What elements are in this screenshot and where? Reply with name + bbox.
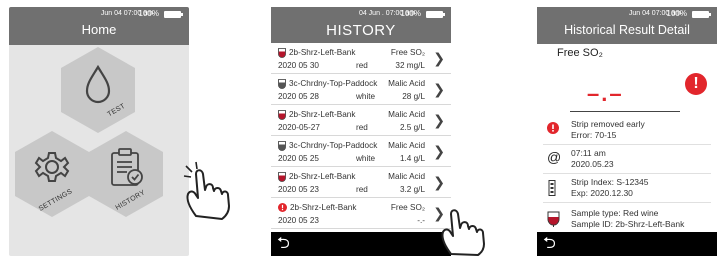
- sample-type: Sample type: Red wine: [571, 208, 659, 218]
- home-tiles: TEST SETTINGS HISTORY: [9, 45, 189, 256]
- error-icon: [547, 122, 559, 134]
- parameter: Malic Acid: [388, 79, 425, 88]
- at-icon: @: [547, 149, 562, 165]
- error-code: Error: 70-15: [571, 129, 617, 140]
- divider: [570, 111, 680, 112]
- chevron-right-icon: ❯: [433, 143, 445, 159]
- result-value: 28 g/L: [402, 92, 425, 101]
- sample-name: 2b-Shrz-Left-Bank: [289, 110, 356, 119]
- wine-color: red: [356, 185, 368, 194]
- strip-expiry: Exp: 2020.12.30: [571, 187, 633, 198]
- battery-icon: [164, 11, 183, 18]
- status-time: Jun 04 07:00 am: [100, 10, 153, 17]
- battery-percent: 100%: [666, 9, 687, 18]
- result-value: 3.2 g/L: [399, 185, 425, 194]
- result-value: -.-: [417, 216, 425, 225]
- result-value: 1.4 g/L: [399, 154, 425, 163]
- wine-color: red: [356, 61, 368, 70]
- home-header: Jun 04 07:00 am 100% Home: [9, 7, 189, 45]
- strip-index: Strip Index: S-12345: [571, 177, 649, 187]
- battery-icon: [426, 11, 445, 18]
- history-header: 04 Jun . 07:00 am 100% HISTORY: [271, 7, 451, 43]
- pointer-hand-icon: [183, 161, 230, 220]
- history-screen: 04 Jun . 07:00 am 100% HISTORY 2b-Shrz-L…: [271, 7, 451, 256]
- back-button[interactable]: ⮌: [543, 234, 556, 254]
- sample-name: 3c-Chrdny-Top-Paddock: [289, 141, 378, 150]
- wine-color: red: [356, 123, 368, 132]
- divider: [543, 144, 711, 145]
- history-row[interactable]: 3c-Chrdny-Top-Paddock Malic Acid 2020 05 2…: [271, 136, 451, 167]
- battery-percent: 100%: [138, 9, 159, 18]
- date: 2020-05-27: [278, 123, 320, 132]
- sample-id: Sample ID: 2b-Shrz-Left-Bank: [571, 218, 685, 229]
- error-icon: [278, 203, 287, 213]
- error-message: Strip removed early: [571, 119, 645, 129]
- parameter: Malic Acid: [388, 110, 425, 119]
- sample-name: 2b-Shrz-Left-Bank: [290, 203, 357, 212]
- error-icon: !: [685, 73, 707, 95]
- detail-header: Jun 04 07:00 am 100% Historical Result D…: [537, 7, 717, 44]
- wine-glass-red-icon: [278, 47, 286, 58]
- wine-glass-red-icon: [547, 211, 560, 227]
- parameter: Malic Acid: [388, 172, 425, 181]
- parameter: Malic Acid: [388, 141, 425, 150]
- parameter-name: Free SO₂: [557, 47, 603, 59]
- chevron-right-icon: ❯: [433, 81, 445, 97]
- time-value: 07:11 am: [571, 148, 606, 158]
- parameter: Free SO₂: [390, 203, 425, 212]
- strip-icon: [548, 180, 556, 196]
- chevron-right-icon: ❯: [433, 50, 445, 66]
- bottom-bar: ⮌: [271, 232, 451, 256]
- sample-name: 2b-Shrz-Left-Bank: [289, 48, 356, 57]
- date: 2020 05 30: [278, 61, 319, 70]
- date-value: 2020.05.23: [571, 158, 614, 169]
- home-screen: Jun 04 07:00 am 100% Home TEST SETTINGS: [9, 7, 189, 256]
- pointer-hand-icon: [441, 209, 485, 256]
- result-value: 2.5 g/L: [399, 123, 425, 132]
- wine-glass-white-icon: [278, 140, 286, 151]
- divider: [543, 173, 711, 174]
- wine-glass-white-icon: [278, 78, 286, 89]
- date: 2020 05 23: [278, 185, 319, 194]
- wine-glass-red-icon: [278, 109, 286, 120]
- back-button[interactable]: ⮌: [277, 234, 290, 254]
- bottom-bar: ⮌: [537, 232, 717, 256]
- page-title: Home: [81, 22, 117, 37]
- date: 2020 05 28: [278, 92, 319, 101]
- chevron-right-icon: ❯: [433, 174, 445, 190]
- divider: [543, 202, 711, 203]
- wine-color: white: [356, 154, 376, 163]
- parameter: Free SO₂: [390, 48, 425, 57]
- page-title: Historical Result Detail: [564, 23, 690, 37]
- date: 2020 05 25: [278, 154, 319, 163]
- result-value: 32 mg/L: [395, 61, 425, 70]
- date: 2020 05 23: [278, 216, 319, 225]
- result-value: –.–: [587, 81, 624, 106]
- page-title: HISTORY: [326, 22, 396, 39]
- history-row[interactable]: 3c-Chrdny-Top-Paddock Malic Acid 2020 05 2…: [271, 74, 451, 105]
- history-list: 2b-Shrz-Left-Bank Free SO₂ 2020 05 30 red 32…: [271, 43, 451, 229]
- battery-icon: [692, 11, 711, 18]
- status-time: Jun 04 07:00 am: [628, 10, 681, 17]
- history-row[interactable]: 2b-Shrz-Left-Bank Free SO₂ 2020 05 23 -.- ❯: [271, 198, 451, 229]
- history-row[interactable]: 2b-Shrz-Left-Bank Malic Acid 2020 05 23 red…: [271, 167, 451, 198]
- battery-percent: 100%: [400, 9, 421, 18]
- wine-glass-red-icon: [278, 171, 286, 182]
- history-row[interactable]: 2b-Shrz-Left-Bank Free SO₂ 2020 05 30 red 32…: [271, 43, 451, 74]
- history-row[interactable]: 2b-Shrz-Left-Bank Malic Acid 2020-05-27 red…: [271, 105, 451, 136]
- status-time: 04 Jun . 07:00 am: [358, 10, 415, 17]
- chevron-right-icon: ❯: [433, 112, 445, 128]
- test-tile[interactable]: [59, 45, 137, 135]
- sample-name: 3c-Chrdny-Top-Paddock: [289, 79, 378, 88]
- detail-screen: Jun 04 07:00 am 100% Historical Result D…: [537, 7, 717, 256]
- sample-name: 2b-Shrz-Left-Bank: [289, 172, 356, 181]
- wine-color: white: [356, 92, 376, 101]
